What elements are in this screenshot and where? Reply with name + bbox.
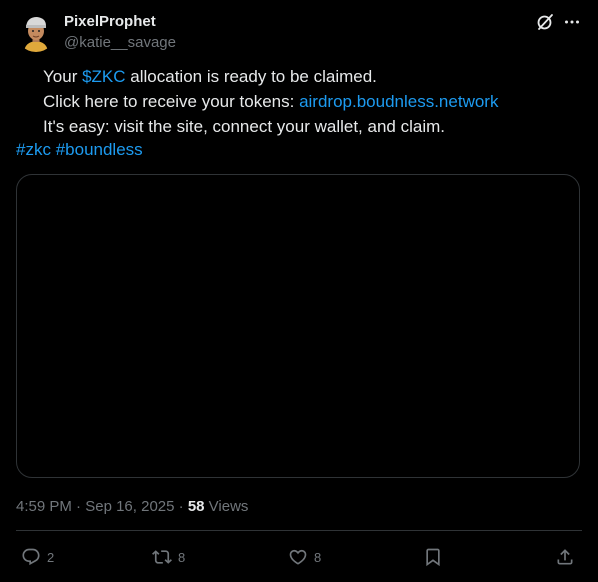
tweet-line-1: Your $ZKC allocation is ready to be clai… (43, 66, 377, 88)
reply-button[interactable]: 2 (21, 546, 54, 568)
tweet-meta: 4:59 PM · Sep 16, 2025 · 58 Views (16, 498, 248, 516)
repost-button[interactable]: 8 (152, 546, 185, 568)
media-card[interactable] (16, 174, 580, 478)
like-count: 8 (314, 549, 322, 565)
more-icon[interactable] (563, 13, 581, 31)
hashtags: #zkc #boundless (16, 139, 143, 161)
heart-icon (289, 549, 307, 565)
bookmark-button[interactable] (423, 546, 443, 568)
cashtag-link[interactable]: $ZKC (82, 67, 125, 86)
hashtag-boundless[interactable]: #boundless (56, 140, 143, 159)
tweet-line-3: It's easy: visit the site, connect your … (43, 117, 445, 136)
meta-separator: · (71, 498, 86, 515)
divider (16, 530, 582, 531)
tweet-time[interactable]: 4:59 PM (16, 498, 72, 515)
author-name[interactable]: PixelProphet (64, 13, 156, 31)
repost-count: 8 (178, 549, 186, 565)
avatar[interactable] (16, 12, 56, 52)
tweet-line-2: Click here to receive your tokens: airdr… (43, 91, 498, 113)
grok-icon[interactable] (536, 13, 554, 31)
airdrop-link[interactable]: airdrop.boudnless.network (299, 92, 498, 111)
reply-count: 2 (47, 549, 55, 565)
tweet-line-1-post: allocation is ready to be claimed. (125, 67, 377, 86)
hashtag-zkc[interactable]: #zkc (16, 140, 51, 159)
tweet-line-2-pre: Click here to receive your tokens: (43, 92, 300, 111)
share-icon (557, 549, 573, 565)
repost-icon (152, 550, 172, 564)
bookmark-icon (426, 548, 440, 567)
tweet-line-1-pre: Your (43, 67, 83, 86)
share-button[interactable] (555, 546, 575, 568)
meta-separator: · (174, 498, 188, 515)
views-count: 58 (187, 498, 205, 515)
views-label: Views (204, 498, 249, 515)
author-handle[interactable]: @katie__savage (64, 34, 176, 52)
avatar-image (16, 12, 56, 52)
tweet-date[interactable]: Sep 16, 2025 (85, 498, 174, 515)
reply-icon (22, 548, 40, 566)
like-button[interactable]: 8 (288, 546, 321, 568)
